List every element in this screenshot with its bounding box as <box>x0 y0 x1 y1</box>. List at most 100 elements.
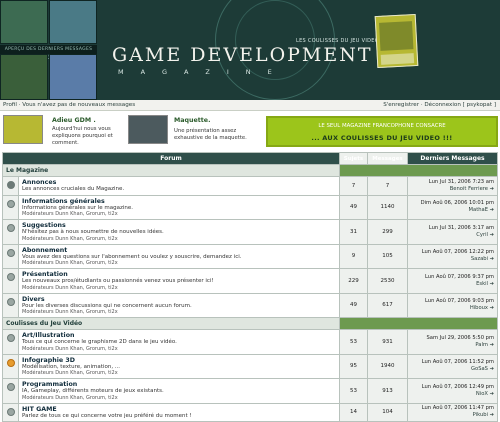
forum-status-icon <box>6 358 15 367</box>
goto-post-icon[interactable]: ➔ <box>490 412 494 418</box>
forum-status-cell <box>2 329 19 355</box>
forum-info-cell: Art/Illustration Tous ce qui concerne le … <box>18 329 340 355</box>
forum-post-count: 104 <box>367 402 408 422</box>
category-bar <box>339 164 498 177</box>
forum-info-cell: Programmation IA, Gameplay, différents mo… <box>18 378 340 404</box>
last-post-user[interactable]: Pikubi <box>473 412 488 418</box>
forum-row: Abonnement Vous avez des questions sur l'… <box>2 243 498 269</box>
forum-moderators[interactable]: Modérateurs Dunn Khan, Grorum, ti2x <box>22 285 336 291</box>
forum-name-link[interactable]: Programmation <box>22 381 336 388</box>
forum-topic-count: 49 <box>339 292 368 318</box>
ad-maquette-title[interactable]: Maquette. <box>174 117 210 124</box>
forum-last-post: Lun Aoû 07, 2006 12:49 pm NioX ➔ <box>407 378 498 404</box>
goto-post-icon[interactable]: ➔ <box>490 281 494 287</box>
forum-name-link[interactable]: Informations générales <box>22 198 336 205</box>
last-post-user[interactable]: GoSaS <box>471 366 488 372</box>
forum-status-icon <box>6 273 15 281</box>
last-post-date: Lun Aoû 07, 2006 12:49 pm <box>421 383 494 390</box>
forum-row: Divers Pour les diverses discussions qui … <box>2 292 498 318</box>
forum-topic-count: 229 <box>339 268 368 294</box>
goto-post-icon[interactable]: ➔ <box>490 391 494 397</box>
nav-left-links[interactable]: Profil · Vous n'avez pas de nouveaux mes… <box>3 100 135 111</box>
forum-post-count: 617 <box>367 292 408 318</box>
forum-topic-count: 14 <box>339 402 368 422</box>
forum-topic-count: 53 <box>339 329 368 355</box>
forum-topic-count: 49 <box>339 194 368 220</box>
magazine-banner[interactable]: LE SEUL MAGAZINE FRANCOPHONE CONSACRE ..… <box>266 116 498 147</box>
forum-name-link[interactable]: Art/Illustration <box>22 332 336 339</box>
last-post-user[interactable]: Benoit Ferriere <box>450 186 488 192</box>
forum-name-link[interactable]: Infographie 3D <box>22 357 336 364</box>
forum-row: Présentation Les nouveaux pros/étudiants … <box>2 268 498 294</box>
preview-image[interactable] <box>0 0 48 44</box>
forum-description: Les annonces cruciales du Magazine. <box>22 186 125 192</box>
promo-strip: Adieu GDM . Aujourd'hui nous vous expliq… <box>0 112 500 149</box>
nav-right-links[interactable]: S'enregistrer · Déconnexion [ psykopat ] <box>383 100 496 111</box>
forum-row: Informations générales Informations génér… <box>2 194 498 220</box>
banner-line2: ... AUX COULISSES DU JEU VIDEO !!! <box>311 134 453 142</box>
forum-post-count: 2530 <box>367 268 408 294</box>
last-post-user[interactable]: Hiboux <box>470 305 488 311</box>
forum-moderators[interactable]: Modérateurs Dunn Khan, Grorum, ti2x <box>22 346 336 352</box>
ad-adieu-desc: Aujourd'hui nous vous expliquons pourquo… <box>52 126 113 146</box>
forum-status-icon <box>6 334 15 342</box>
banner-line1: LE SEUL MAGAZINE FRANCOPHONE CONSACRE <box>318 123 446 129</box>
forum-name-link[interactable]: HIT GAME <box>22 406 336 413</box>
site-title[interactable]: GAME DEVELOPMENT <box>112 44 373 66</box>
ad-maquette-image[interactable] <box>128 115 168 144</box>
forum-moderators[interactable]: Modérateurs Dunn Khan, Grorum, ti2x <box>22 309 336 315</box>
forum-moderators[interactable]: Modérateurs Dunn Khan, Grorum, ti2x <box>22 370 336 376</box>
last-post-user[interactable]: Palm <box>475 342 488 348</box>
forum-info-cell: Informations générales Informations génér… <box>18 194 340 220</box>
forum-moderators[interactable]: Modérateurs Dunn Khan, Grorum, ti2x <box>22 236 336 242</box>
forum-status-cell <box>2 176 19 196</box>
last-post-date: Lun Aoû 07, 2006 12:22 pm <box>421 249 494 256</box>
goto-post-icon[interactable]: ➔ <box>490 256 494 262</box>
latest-posts-preview[interactable]: APERÇU DES DERNIERS MESSAGES GDM <box>0 0 97 100</box>
magazine-cover-image[interactable] <box>374 13 419 69</box>
forum-last-post: Lun Aoû 07, 2006 11:47 pm Pikubi ➔ <box>407 402 498 422</box>
last-post-user[interactable]: Sazabi <box>471 256 488 262</box>
last-post-date: Lun Aoû 07, 2006 9:37 pm <box>425 273 494 280</box>
goto-post-icon[interactable]: ➔ <box>490 305 494 311</box>
category-title[interactable]: Coulisses du Jeu Vidéo <box>2 317 340 330</box>
forum-info-cell: Annonces Les annonces cruciales du Magazi… <box>18 176 340 196</box>
ad-adieu-image[interactable] <box>3 115 43 144</box>
category-title[interactable]: Le Magazine <box>2 164 340 177</box>
forum-status-cell <box>2 353 19 379</box>
forum-status-icon <box>6 224 15 232</box>
goto-post-icon[interactable]: ➔ <box>490 232 494 238</box>
forum-row: HIT GAME Parlez de tous ce qui concerne v… <box>2 402 498 422</box>
preview-image[interactable] <box>0 54 48 100</box>
forum-index-table: Forum Sujets Messages Derniers Messages … <box>2 152 498 422</box>
forum-moderators[interactable]: Modérateurs Dunn Khan, Grorum, ti2x <box>22 260 336 266</box>
goto-post-icon[interactable]: ➔ <box>490 207 494 213</box>
forum-post-count: 105 <box>367 243 408 269</box>
goto-post-icon[interactable]: ➔ <box>490 186 494 192</box>
forum-post-count: 7 <box>367 176 408 196</box>
last-post-user[interactable]: NioX <box>476 391 488 397</box>
forum-name-link[interactable]: Suggestions <box>22 222 336 229</box>
last-post-date: Lun Aoû 07, 2006 9:03 pm <box>425 298 494 305</box>
forum-post-count: 1940 <box>367 353 408 379</box>
forum-moderators[interactable]: Modérateurs Dunn Khan, Grorum, ti2x <box>22 395 336 401</box>
last-post-user[interactable]: Eskil <box>476 281 488 287</box>
forum-post-count: 299 <box>367 219 408 245</box>
last-post-user[interactable]: Cyril <box>476 232 488 238</box>
forum-topic-count: 7 <box>339 176 368 196</box>
forum-name-link[interactable]: Abonnement <box>22 247 336 254</box>
forum-moderators[interactable]: Modérateurs Dunn Khan, Grorum, ti2x <box>22 211 336 217</box>
ad-adieu-title[interactable]: Adieu GDM . <box>52 117 96 124</box>
forum-name-link[interactable]: Divers <box>22 296 336 303</box>
preview-image[interactable] <box>49 54 97 100</box>
goto-post-icon[interactable]: ➔ <box>490 342 494 348</box>
forum-name-link[interactable]: Annonces <box>22 179 336 186</box>
last-post-user[interactable]: MathaE <box>469 207 488 213</box>
category-row: Coulisses du Jeu Vidéo <box>2 317 498 330</box>
goto-post-icon[interactable]: ➔ <box>490 366 494 372</box>
preview-image[interactable] <box>49 0 97 44</box>
forum-status-icon <box>6 181 15 189</box>
forum-topic-count: 9 <box>339 243 368 269</box>
forum-post-count: 931 <box>367 329 408 355</box>
forum-name-link[interactable]: Présentation <box>22 271 336 278</box>
